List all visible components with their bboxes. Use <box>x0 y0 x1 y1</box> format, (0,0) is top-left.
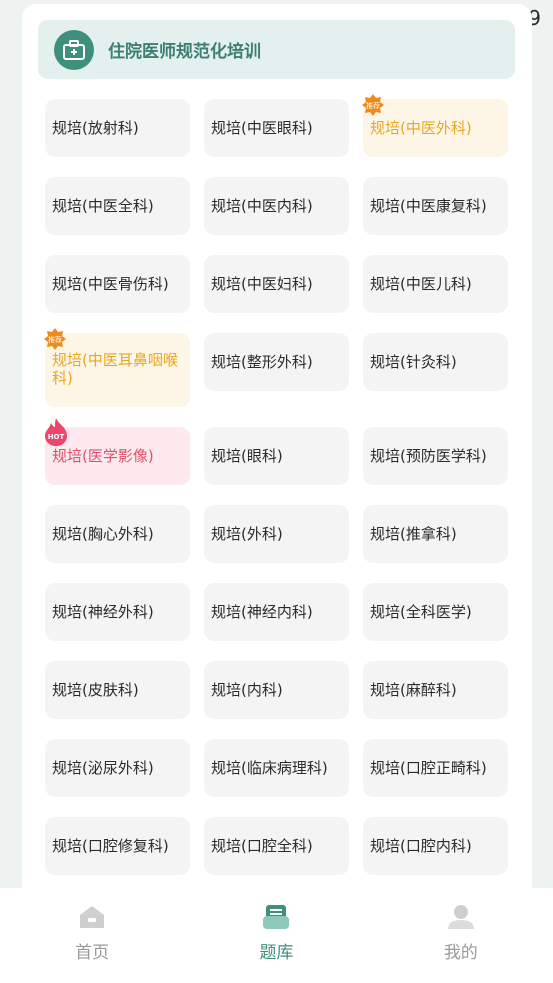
recommend-badge-icon: 推荐 <box>44 328 66 350</box>
subject-label: 规培(医学影像) <box>52 447 154 465</box>
subject-item[interactable]: 规培(中医内科) <box>204 177 349 235</box>
subject-item[interactable]: 规培(全科医学) <box>363 583 508 641</box>
subject-label: 规培(中医耳鼻咽喉科) <box>52 351 178 387</box>
tab-label: 题库 <box>259 943 294 963</box>
grid-row: 规培(皮肤科) 规培(内科) 规培(麻醉科) <box>45 661 508 719</box>
subject-item[interactable]: 规培(神经外科) <box>45 583 190 641</box>
subject-item[interactable]: 规培(口腔全科) <box>204 817 349 875</box>
subject-label: 规培(中医外科) <box>370 119 472 137</box>
subject-item[interactable]: 规培(中医康复科) <box>363 177 508 235</box>
tab-label: 首页 <box>75 943 110 963</box>
profile-icon <box>447 905 474 929</box>
tab-label: 我的 <box>443 943 478 963</box>
subject-item[interactable]: 规培(中医全科) <box>45 177 190 235</box>
subject-item[interactable]: 规培(中医骨伤科) <box>45 255 190 313</box>
subject-item-recommended[interactable]: 推荐 规培(中医耳鼻咽喉科) <box>44 328 190 407</box>
recommend-badge-icon: 推荐 <box>362 94 384 116</box>
home-icon <box>80 906 105 928</box>
subject-item[interactable]: 规培(口腔内科) <box>363 817 508 875</box>
grid-row: 规培(胸心外科) 规培(外科) 规培(推拿科) <box>45 505 508 563</box>
recommend-badge-text: 推荐 <box>48 335 62 344</box>
grid-row: 规培(中医骨伤科) 规培(中医妇科) 规培(中医儿科) <box>45 255 508 313</box>
grid-row: 规培(神经外科) 规培(神经内科) 规培(全科医学) <box>45 583 508 641</box>
subject-item[interactable]: 规培(中医眼科) <box>204 99 349 157</box>
subject-item[interactable]: 规培(临床病理科) <box>204 739 349 797</box>
tab-home[interactable]: 首页 <box>0 888 184 983</box>
grid-row: 规培(泌尿外科) 规培(临床病理科) 规培(口腔正畸科) <box>45 739 508 797</box>
bottom-tab-bar: 首页 题库 我的 <box>0 888 553 983</box>
section-header: 住院医师规范化培训 <box>38 20 515 79</box>
subject-item-hot[interactable]: HOT 规培(医学影像) <box>45 418 190 485</box>
subject-item[interactable]: 规培(神经内科) <box>204 583 349 641</box>
subject-item[interactable]: 规培(泌尿外科) <box>45 739 190 797</box>
medical-kit-icon <box>54 29 94 70</box>
subject-item[interactable]: 规培(中医儿科) <box>363 255 508 313</box>
subject-item[interactable]: 规培(推拿科) <box>363 505 508 563</box>
section-title: 住院医师规范化培训 <box>108 42 261 62</box>
subject-item[interactable]: 规培(外科) <box>204 505 349 563</box>
hot-badge-text: HOT <box>48 433 65 441</box>
hot-flame-icon: HOT <box>45 418 67 446</box>
grid-row: 规培(放射科) 规培(中医眼科) 推荐 规培(中医外科) <box>45 94 508 157</box>
subject-item[interactable]: 规培(口腔修复科) <box>45 817 190 875</box>
subject-item-recommended[interactable]: 推荐 规培(中医外科) <box>362 94 508 157</box>
tab-question-bank[interactable]: 题库 <box>184 888 368 983</box>
subject-item[interactable]: 规培(中医妇科) <box>204 255 349 313</box>
grid-row: HOT 规培(医学影像) 规培(眼科) 规培(预防医学科) <box>45 418 508 485</box>
recommend-badge-text: 推荐 <box>366 101 380 110</box>
subject-item[interactable]: 规培(预防医学科) <box>363 427 508 485</box>
subject-item[interactable]: 规培(皮肤科) <box>45 661 190 719</box>
subject-item[interactable]: 规培(整形外科) <box>204 333 349 391</box>
subject-item[interactable]: 规培(放射科) <box>45 99 190 157</box>
subject-item[interactable]: 规培(口腔正畸科) <box>363 739 508 797</box>
subject-item[interactable]: 规培(胸心外科) <box>45 505 190 563</box>
tab-profile[interactable]: 我的 <box>369 888 553 983</box>
subject-item[interactable]: 规培(针灸科) <box>363 333 508 391</box>
subject-item[interactable]: 规培(麻醉科) <box>363 661 508 719</box>
subject-item[interactable]: 规培(内科) <box>204 661 349 719</box>
subject-grid: 规培(放射科) 规培(中医眼科) 推荐 规培(中医外科) 规培(中医全科) 规培… <box>44 94 508 895</box>
grid-row: 规培(口腔修复科) 规培(口腔全科) 规培(口腔内科) <box>45 817 508 875</box>
grid-row: 推荐 规培(中医耳鼻咽喉科) 规培(整形外科) 规培(针灸科) <box>44 328 508 407</box>
subject-item[interactable]: 规培(眼科) <box>204 427 349 485</box>
question-bank-icon <box>263 905 290 929</box>
grid-row: 规培(中医全科) 规培(中医内科) 规培(中医康复科) <box>45 177 508 235</box>
